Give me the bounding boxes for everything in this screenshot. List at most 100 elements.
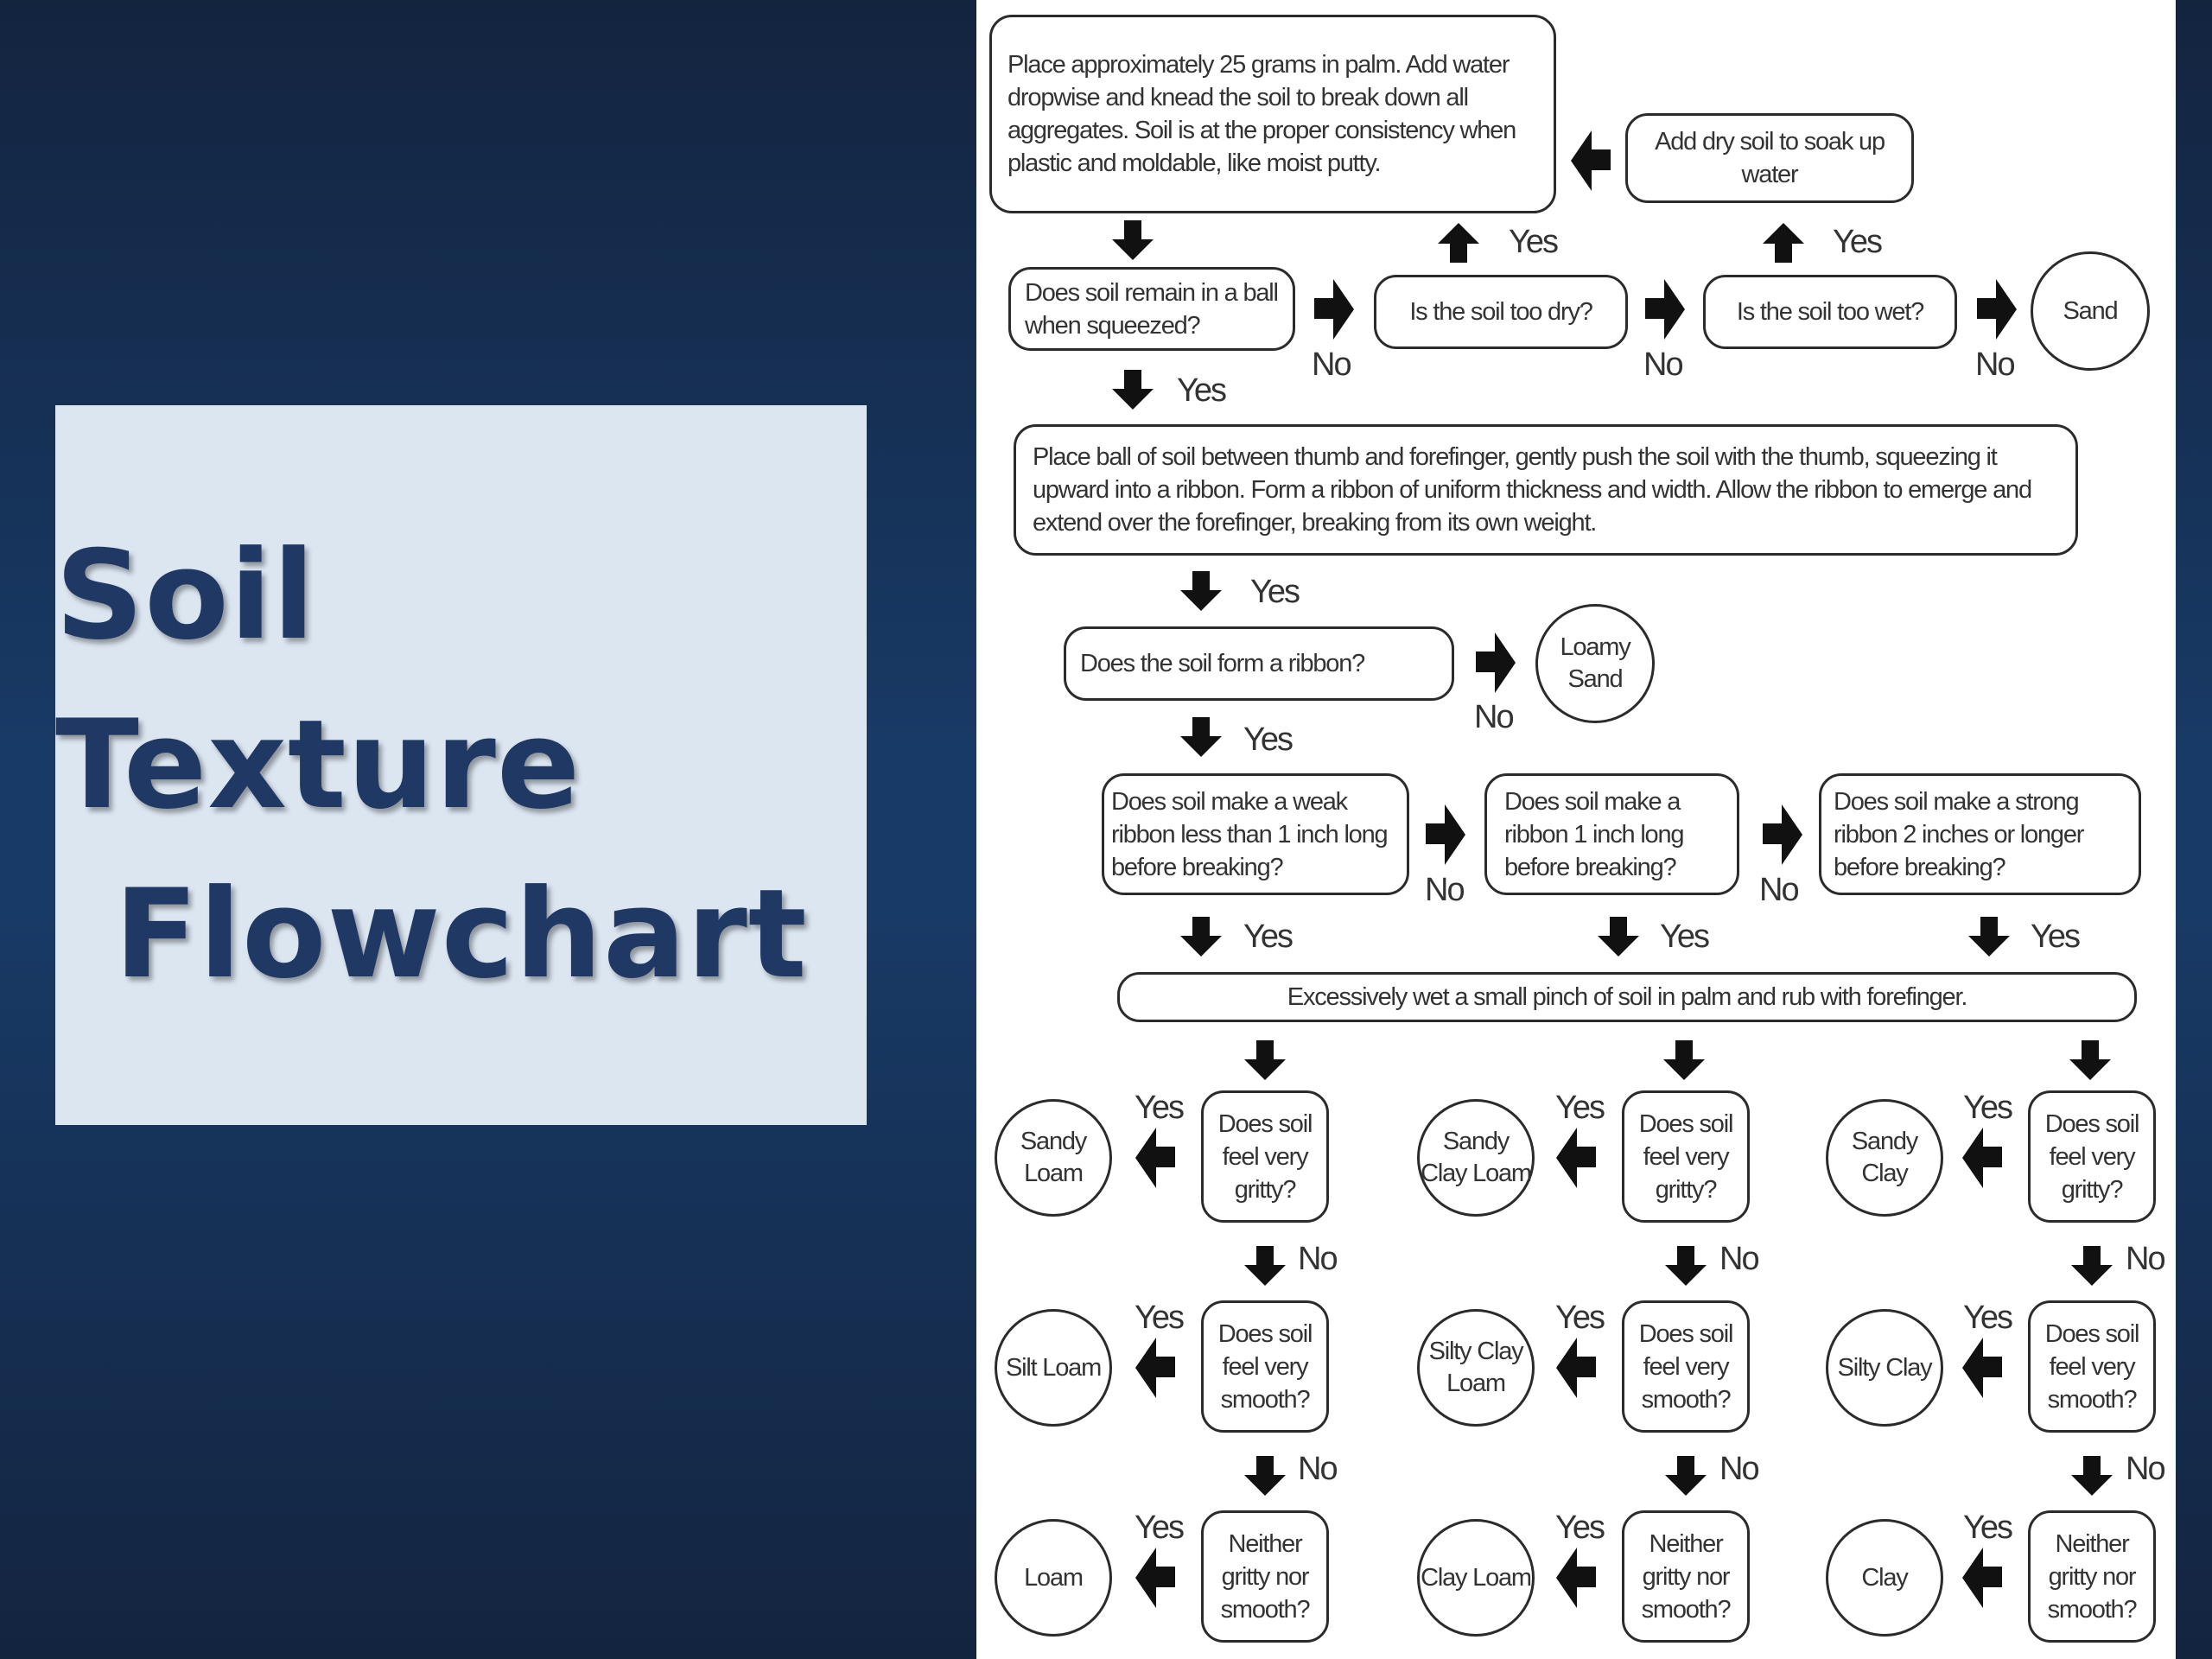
arrow-down-icon bbox=[1244, 1040, 1286, 1080]
col2-neither-result: Clay Loam bbox=[1417, 1519, 1535, 1637]
arrow-up-icon bbox=[1763, 223, 1804, 263]
wet-instruction-text: Excessively wet a small pinch of soil in… bbox=[1287, 983, 1968, 1011]
arrow-down-icon bbox=[1244, 1246, 1286, 1286]
yes-label-weak-ribbon: Yes bbox=[1243, 918, 1294, 955]
col2-smooth-result: Silty Clay Loam bbox=[1417, 1309, 1535, 1427]
col3-neither-result: Clay bbox=[1826, 1519, 1943, 1637]
sand-result: Sand bbox=[2031, 251, 2150, 371]
col2-gritty-no-label: No bbox=[1719, 1241, 1760, 1277]
no-label-ribbon: No bbox=[1474, 699, 1515, 735]
col2-smooth-result-text: Silty Clay Loam bbox=[1428, 1338, 1524, 1397]
ribbon-instruction-text: Place ball of soil between thumb and for… bbox=[1033, 443, 2032, 537]
sand-result-text: Sand bbox=[2063, 296, 2119, 325]
col3-smooth-question-box: Does soil feel very smooth? bbox=[2028, 1300, 2156, 1433]
col1-gritty-question-text: Does soil feel very gritty? bbox=[1217, 1109, 1313, 1204]
too-wet-question-text: Is the soil too wet? bbox=[1736, 298, 1924, 326]
arrow-up-icon bbox=[1438, 223, 1479, 263]
arrow-down-icon bbox=[2069, 1040, 2111, 1080]
start-instruction-box: Place approximately 25 grams in palm. Ad… bbox=[989, 15, 1556, 213]
col3-gritty-question-text: Does soil feel very gritty? bbox=[2044, 1109, 2140, 1204]
too-dry-question-text: Is the soil too dry? bbox=[1409, 298, 1593, 326]
yes-label-ball: Yes bbox=[1177, 372, 1227, 409]
col2-smooth-question-box: Does soil feel very smooth? bbox=[1622, 1300, 1750, 1433]
col3-gritty-result-text: Sandy Clay bbox=[1851, 1128, 1918, 1187]
col3-neither-question-text: Neither gritty nor smooth? bbox=[2047, 1529, 2138, 1624]
col2-gritty-result: Sandy Clay Loam bbox=[1417, 1099, 1535, 1217]
arrow-down-icon bbox=[1968, 917, 2010, 957]
arrow-down-icon bbox=[2071, 1246, 2113, 1286]
yes-label-ribbon: Yes bbox=[1243, 721, 1294, 758]
slide-title-line-2: Flowchart bbox=[114, 862, 808, 1006]
arrow-down-icon bbox=[1180, 717, 1222, 757]
arrow-left-icon bbox=[1962, 1338, 2002, 1398]
col2-neither-question-text: Neither gritty nor smooth? bbox=[1641, 1529, 1732, 1624]
arrow-left-icon bbox=[1135, 1128, 1175, 1188]
arrow-down-icon bbox=[1180, 917, 1222, 957]
arrow-right-icon bbox=[1645, 279, 1685, 340]
col1-smooth-question-box: Does soil feel very smooth? bbox=[1201, 1300, 1329, 1433]
arrow-left-icon bbox=[1571, 130, 1611, 191]
col3-neither-result-text: Clay bbox=[1861, 1563, 1908, 1592]
col3-gritty-result: Sandy Clay bbox=[1826, 1099, 1943, 1217]
arrow-right-icon bbox=[1977, 279, 2017, 340]
col1-neither-result-text: Loam bbox=[1024, 1563, 1084, 1592]
col1-smooth-question-text: Does soil feel very smooth? bbox=[1217, 1319, 1313, 1414]
arrow-right-icon bbox=[1763, 804, 1802, 865]
col2-neither-question-box: Neither gritty nor smooth? bbox=[1622, 1510, 1750, 1643]
strong-ribbon-question-text: Does soil make a strong ribbon 2 inches … bbox=[1834, 787, 2084, 881]
no-label-weak-ribbon: No bbox=[1425, 872, 1465, 908]
col1-smooth-yes-label: Yes bbox=[1135, 1300, 1185, 1336]
col2-gritty-question-text: Does soil feel very gritty? bbox=[1638, 1109, 1734, 1204]
no-label-too-dry: No bbox=[1643, 346, 1684, 383]
arrow-left-icon bbox=[1962, 1128, 2002, 1188]
yes-label-medium-ribbon: Yes bbox=[1660, 918, 1710, 955]
ribbon-instruction-box: Place ball of soil between thumb and for… bbox=[1014, 424, 2078, 556]
weak-ribbon-question-text: Does soil make a weak ribbon less than 1… bbox=[1111, 787, 1389, 881]
col3-gritty-question-box: Does soil feel very gritty? bbox=[2028, 1090, 2156, 1223]
col1-neither-question-box: Neither gritty nor smooth? bbox=[1201, 1510, 1329, 1643]
col3-gritty-no-label: No bbox=[2126, 1241, 2166, 1277]
yes-label-too-wet: Yes bbox=[1833, 224, 1883, 260]
col3-neither-yes-label: Yes bbox=[1963, 1510, 2013, 1546]
loamy-sand-result: Loamy Sand bbox=[1535, 604, 1655, 723]
yes-label-ribbon-instruction: Yes bbox=[1250, 574, 1300, 610]
arrow-down-icon bbox=[1665, 1456, 1707, 1496]
arrow-left-icon bbox=[1556, 1548, 1596, 1608]
slide-title-line-1: Soil Texture bbox=[55, 524, 582, 836]
col3-smooth-no-label: No bbox=[2126, 1451, 2166, 1487]
title-card: Soil Texture Flowchart bbox=[55, 405, 867, 1125]
col2-neither-result-text: Clay Loam bbox=[1421, 1563, 1532, 1592]
col3-gritty-yes-label: Yes bbox=[1963, 1090, 2013, 1126]
medium-ribbon-question-text: Does soil make a ribbon 1 inch long befo… bbox=[1504, 787, 1685, 881]
col1-gritty-yes-label: Yes bbox=[1135, 1090, 1185, 1126]
start-instruction-text: Place approximately 25 grams in palm. Ad… bbox=[1007, 51, 1516, 177]
arrow-down-icon bbox=[1180, 571, 1222, 611]
ribbon-question-box: Does the soil form a ribbon? bbox=[1064, 626, 1454, 701]
wet-instruction-box: Excessively wet a small pinch of soil in… bbox=[1117, 972, 2137, 1022]
no-label-ball: No bbox=[1312, 346, 1352, 383]
no-label-medium-ribbon: No bbox=[1759, 872, 1800, 908]
arrow-down-icon bbox=[1244, 1456, 1286, 1496]
arrow-down-icon bbox=[1598, 917, 1639, 957]
arrow-left-icon bbox=[1135, 1338, 1175, 1398]
arrow-right-icon bbox=[1476, 632, 1516, 693]
add-dry-soil-box: Add dry soil to soak up water bbox=[1625, 113, 1914, 203]
add-dry-soil-text: Add dry soil to soak up water bbox=[1655, 128, 1885, 188]
ball-question-box: Does soil remain in a ball when squeezed… bbox=[1008, 267, 1295, 351]
yes-label-too-dry: Yes bbox=[1509, 224, 1559, 260]
col1-gritty-question-box: Does soil feel very gritty? bbox=[1201, 1090, 1329, 1223]
arrow-down-icon bbox=[1112, 370, 1154, 410]
col1-smooth-result-text: Silt Loam bbox=[1005, 1353, 1102, 1382]
weak-ribbon-question-box: Does soil make a weak ribbon less than 1… bbox=[1102, 773, 1409, 895]
arrow-down-icon bbox=[1663, 1040, 1705, 1080]
col1-smooth-result: Silt Loam bbox=[995, 1309, 1112, 1427]
col2-gritty-result-text: Sandy Clay Loam bbox=[1421, 1128, 1532, 1187]
too-dry-question-box: Is the soil too dry? bbox=[1374, 275, 1628, 349]
medium-ribbon-question-box: Does soil make a ribbon 1 inch long befo… bbox=[1484, 773, 1739, 895]
col3-neither-question-box: Neither gritty nor smooth? bbox=[2028, 1510, 2156, 1643]
col2-neither-yes-label: Yes bbox=[1555, 1510, 1605, 1546]
too-wet-question-box: Is the soil too wet? bbox=[1703, 275, 1957, 349]
loamy-sand-result-text: Loamy Sand bbox=[1560, 633, 1630, 693]
arrow-down-icon bbox=[1665, 1246, 1707, 1286]
col1-smooth-no-label: No bbox=[1298, 1451, 1338, 1487]
